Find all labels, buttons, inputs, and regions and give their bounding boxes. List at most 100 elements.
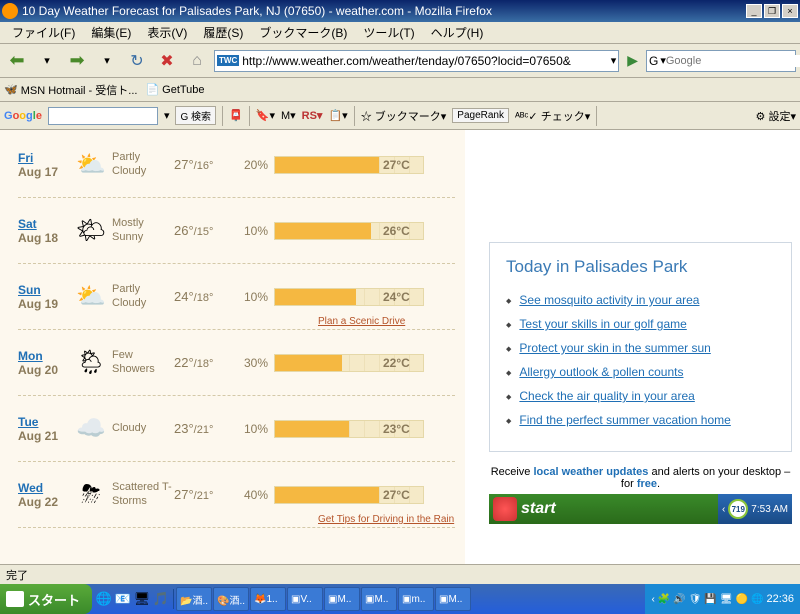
task-button[interactable]: 🦊1.. xyxy=(250,587,286,611)
day-link[interactable]: Tue xyxy=(18,415,38,429)
day-link[interactable]: Sat xyxy=(18,217,37,231)
task-button[interactable]: ▣M.. xyxy=(361,587,397,611)
gmail-icon[interactable]: M▾ xyxy=(281,109,296,122)
task-button[interactable]: ▣M.. xyxy=(435,587,471,611)
menu-file[interactable]: ファイル(F) xyxy=(4,22,83,43)
google-toolbar: Google ▾ G 検索 📮 🔖▾ M▾ RS▾ 📋▾ ☆ ブックマーク▾ P… xyxy=(0,102,800,130)
menu-edit[interactable]: 編集(E) xyxy=(83,22,139,43)
ql-icon[interactable]: 🖥 xyxy=(133,589,151,609)
date-label: Aug 17 xyxy=(18,165,70,179)
clock[interactable]: 22:36 xyxy=(766,593,794,605)
tray-icon[interactable]: 🧩 xyxy=(658,594,670,605)
minimize-button[interactable]: _ xyxy=(746,4,762,18)
ql-icon[interactable]: 🎵 xyxy=(152,589,170,609)
google-dropdown-icon[interactable]: ▾ xyxy=(164,109,170,122)
search-box[interactable]: G▾ 🔍 xyxy=(646,50,796,72)
ql-icon[interactable]: 📧 xyxy=(114,589,132,609)
reload-button[interactable]: ↻ xyxy=(124,48,150,74)
home-button[interactable]: ⌂ xyxy=(184,48,210,74)
sidebar-link[interactable]: Protect your skin in the summer sun xyxy=(519,341,710,355)
navigation-toolbar: ⬅ ▾ ➡ ▾ ↻ ✖ ⌂ TWC ▾ ▶ G▾ 🔍 xyxy=(0,44,800,78)
quick-launch: 🌐 📧 🖥 🎵 xyxy=(92,589,174,609)
precip-label: 10% xyxy=(236,224,274,238)
day-link[interactable]: Mon xyxy=(18,349,43,363)
tray-icon[interactable]: 🛡 xyxy=(689,594,702,605)
right-pane: Today in Palisades Park See mosquito act… xyxy=(465,130,800,564)
tray-icon[interactable]: 🖥 xyxy=(720,594,733,605)
today-title: Today in Palisades Park xyxy=(506,257,775,277)
date-label: Aug 22 xyxy=(18,495,70,509)
precip-label: 30% xyxy=(236,356,274,370)
toolbar-icon[interactable]: 📋▾ xyxy=(328,109,347,122)
forecast-table: FriAug 17⛅Partly Cloudy27°/16°20%27°CSat… xyxy=(0,130,465,564)
weather-icon: ⛈ xyxy=(81,481,100,508)
forward-dropdown[interactable]: ▾ xyxy=(94,48,120,74)
temp-bar: 22°C xyxy=(274,354,424,372)
menu-bookmarks[interactable]: ブックマーク(B) xyxy=(251,22,355,43)
sidebar-link-item: Find the perfect summer vacation home xyxy=(506,413,775,427)
task-button[interactable]: ▣V.. xyxy=(287,587,323,611)
condition-label: Partly Cloudy xyxy=(112,151,174,177)
sidebar-link[interactable]: Allergy outlook & pollen counts xyxy=(519,365,683,379)
tray-icon[interactable]: 💾 xyxy=(704,594,716,605)
toolbar-icon[interactable]: 📮 xyxy=(229,109,243,122)
sidebar-link[interactable]: See mosquito activity in your area xyxy=(519,293,699,307)
spellcheck-button[interactable]: ᴬᴮᶜ✓ チェック▾ xyxy=(515,108,590,124)
url-bar[interactable]: TWC ▾ xyxy=(214,50,619,72)
menu-help[interactable]: ヘルプ(H) xyxy=(423,22,492,43)
status-text: 完了 xyxy=(6,567,28,583)
day-link[interactable]: Sun xyxy=(18,283,41,297)
menu-history[interactable]: 履歴(S) xyxy=(195,22,251,43)
stop-button[interactable]: ✖ xyxy=(154,48,180,74)
task-button[interactable]: 🎨酒.. xyxy=(213,587,249,611)
maximize-button[interactable]: ❐ xyxy=(764,4,780,18)
condition-label: Cloudy xyxy=(112,422,174,435)
day-link[interactable]: Fri xyxy=(18,151,33,165)
url-input[interactable] xyxy=(242,54,610,68)
system-tray[interactable]: ‹ 🧩 🔊 🛡 💾 🖥 🟡 🌐 22:36 xyxy=(645,584,800,614)
go-button[interactable]: ▶ xyxy=(623,52,642,69)
task-button[interactable]: ▣M.. xyxy=(324,587,360,611)
tip-link[interactable]: Plan a Scenic Drive xyxy=(318,316,405,327)
sidebar-link-item: Protect your skin in the summer sun xyxy=(506,341,775,355)
back-button[interactable]: ⬅ xyxy=(4,48,30,74)
sidebar-link[interactable]: Test your skills in our golf game xyxy=(519,317,686,331)
task-button[interactable]: ▣m.. xyxy=(398,587,434,611)
sidebar-link[interactable]: Find the perfect summer vacation home xyxy=(519,413,730,427)
bookmark-button[interactable]: ☆ ブックマーク▾ xyxy=(361,108,447,124)
tray-icon[interactable]: 🌐 xyxy=(751,594,763,605)
windows-logo-icon xyxy=(493,497,517,521)
toolbar-icon[interactable]: 🔖▾ xyxy=(256,109,275,122)
promo-tray: ‹ 719 7:53 AM xyxy=(718,494,792,524)
back-dropdown[interactable]: ▾ xyxy=(34,48,60,74)
page-icon: 📄 xyxy=(145,83,159,96)
tray-icon[interactable]: 🔊 xyxy=(673,594,685,605)
start-button[interactable]: スタート xyxy=(0,584,92,614)
url-dropdown-icon[interactable]: ▾ xyxy=(611,54,617,67)
promo-startbar[interactable]: start ‹ 719 7:53 AM xyxy=(489,494,792,524)
separator xyxy=(354,106,355,126)
google-search-input[interactable] xyxy=(48,107,158,125)
bookmark-msn[interactable]: 🦋MSN Hotmail - 受信ト... xyxy=(4,82,137,98)
menu-view[interactable]: 表示(V) xyxy=(139,22,195,43)
temp-label: 27°/21° xyxy=(174,487,236,502)
day-link[interactable]: Wed xyxy=(18,481,43,495)
ql-icon[interactable]: 🌐 xyxy=(95,589,113,609)
temp-bar: 24°C xyxy=(274,288,424,306)
search-input[interactable] xyxy=(666,55,800,67)
tray-icon[interactable]: ‹ xyxy=(651,594,654,605)
forward-button[interactable]: ➡ xyxy=(64,48,90,74)
close-button[interactable]: × xyxy=(782,4,798,18)
settings-button[interactable]: ⚙ 設定▾ xyxy=(756,108,796,124)
tip-link[interactable]: Get Tips for Driving in the Rain xyxy=(318,514,454,525)
sidebar-link-item: Allergy outlook & pollen counts xyxy=(506,365,775,379)
google-search-button[interactable]: G 検索 xyxy=(175,106,216,125)
rs-button[interactable]: RS▾ xyxy=(302,109,323,122)
task-button[interactable]: 📂酒.. xyxy=(176,587,212,611)
tray-icon[interactable]: 🟡 xyxy=(736,594,748,605)
temp-label: 24°/18° xyxy=(174,289,236,304)
sidebar-link[interactable]: Check the air quality in your area xyxy=(519,389,694,403)
menu-tools[interactable]: ツール(T) xyxy=(355,22,422,43)
pagerank-button[interactable]: PageRank xyxy=(452,108,509,123)
bookmark-gettube[interactable]: 📄GetTube xyxy=(145,83,204,96)
